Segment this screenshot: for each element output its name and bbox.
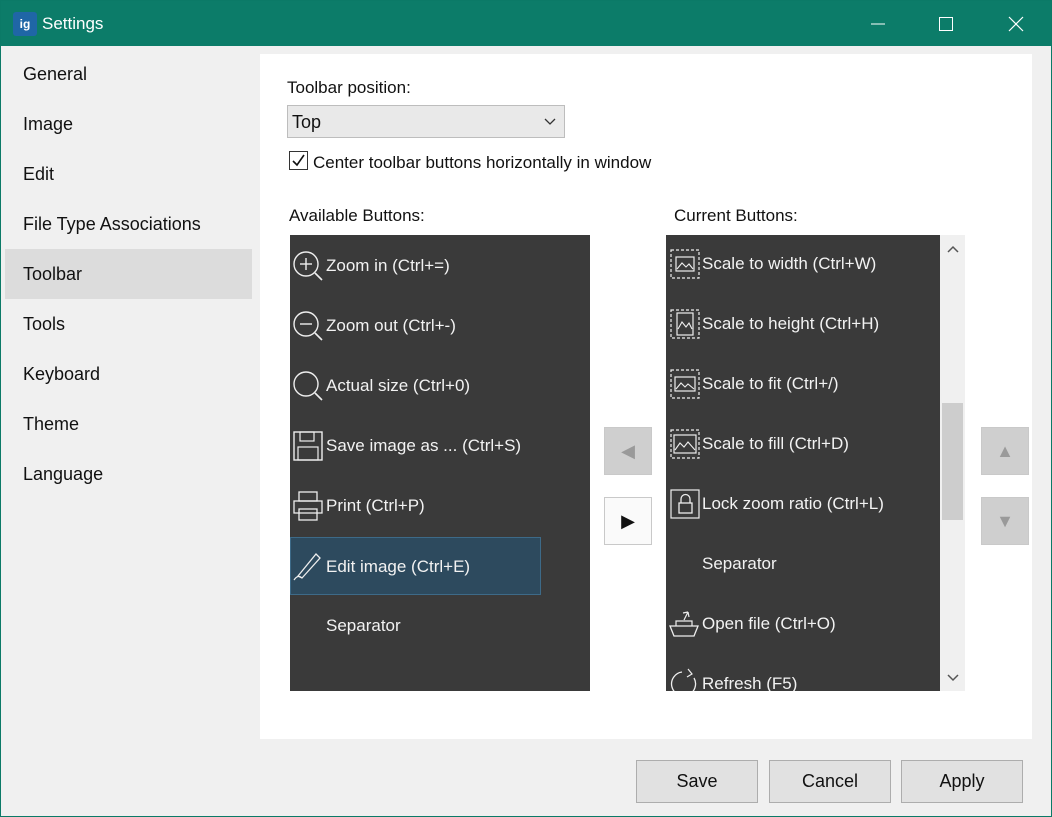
arrow-left-icon: ◀ xyxy=(621,440,635,461)
move-right-button[interactable]: ▶ xyxy=(604,497,652,545)
scale-fill-icon xyxy=(670,429,700,459)
refresh-icon xyxy=(670,668,697,691)
list-item-label: Edit image (Ctrl+E) xyxy=(326,557,471,576)
list-item-label: Separator xyxy=(702,554,777,573)
list-item-label: Zoom in (Ctrl+=) xyxy=(326,256,450,275)
list-item[interactable]: Edit image (Ctrl+E) xyxy=(290,537,541,595)
print-icon xyxy=(293,491,323,521)
maximize-button[interactable] xyxy=(911,1,981,46)
list-item-label: Actual size (Ctrl+0) xyxy=(326,376,471,395)
toolbar-position-select[interactable]: Top xyxy=(287,105,565,138)
list-item-label: Scale to height (Ctrl+H) xyxy=(702,314,880,333)
move-down-button[interactable]: ▼ xyxy=(981,497,1029,545)
zoom-out-icon xyxy=(293,311,323,341)
edit-icon xyxy=(293,553,321,581)
list-item[interactable]: Lock zoom ratio (Ctrl+L) xyxy=(666,475,940,533)
sidebar-item-keyboard[interactable]: Keyboard xyxy=(5,349,252,399)
list-item-label: Print (Ctrl+P) xyxy=(326,496,425,515)
list-item[interactable]: Save image as ... (Ctrl+S) xyxy=(290,417,590,475)
center-buttons-checkbox[interactable] xyxy=(289,151,308,170)
center-buttons-label[interactable]: Center toolbar buttons horizontally in w… xyxy=(313,153,651,173)
lock-icon xyxy=(670,489,700,519)
zoom-in-icon xyxy=(293,251,323,281)
minimize-button[interactable] xyxy=(843,1,913,46)
sidebar-item-general[interactable]: General xyxy=(5,49,252,99)
available-buttons-list[interactable]: Zoom in (Ctrl+=) Zoom out (Ctrl+-) Actua… xyxy=(290,235,590,691)
cancel-button[interactable]: Cancel xyxy=(769,760,891,803)
current-buttons-label: Current Buttons: xyxy=(674,206,798,225)
available-buttons-label: Available Buttons: xyxy=(289,206,425,225)
app-icon: ig xyxy=(13,12,37,36)
move-up-button[interactable]: ▲ xyxy=(981,427,1029,475)
title-bar[interactable]: ig Settings xyxy=(1,1,1051,46)
toolbar-position-value: Top xyxy=(292,112,322,132)
arrow-down-icon: ▼ xyxy=(996,510,1014,531)
apply-button[interactable]: Apply xyxy=(901,760,1023,803)
list-item[interactable]: Zoom in (Ctrl+=) xyxy=(290,237,590,295)
sidebar-item-toolbar[interactable]: Toolbar xyxy=(5,249,252,299)
minimize-icon xyxy=(871,23,885,24)
list-item[interactable]: Open file (Ctrl+O) xyxy=(666,595,940,653)
save-button[interactable]: Save xyxy=(636,760,758,803)
sidebar-item-image[interactable]: Image xyxy=(5,99,252,149)
current-buttons-list[interactable]: Scale to width (Ctrl+W) Scale to height … xyxy=(666,235,940,691)
scale-width-icon xyxy=(670,249,700,279)
sidebar-item-file-type-associations[interactable]: File Type Associations xyxy=(5,199,252,249)
list-item[interactable]: Separator xyxy=(666,535,940,593)
list-item[interactable]: Print (Ctrl+P) xyxy=(290,477,590,535)
scrollbar-thumb[interactable] xyxy=(942,403,963,520)
list-item-label: Refresh (F5) xyxy=(702,674,798,691)
list-item-label: Scale to fill (Ctrl+D) xyxy=(702,434,849,453)
scroll-up-icon xyxy=(947,245,959,253)
arrow-right-icon: ▶ xyxy=(621,510,635,531)
list-item-label: Lock zoom ratio (Ctrl+L) xyxy=(702,494,884,513)
toolbar-position-label: Toolbar position: xyxy=(287,78,411,97)
list-item-label: Save image as ... (Ctrl+S) xyxy=(326,436,522,455)
list-item-label: Scale to width (Ctrl+W) xyxy=(702,254,877,273)
list-item[interactable]: Scale to width (Ctrl+W) xyxy=(666,235,940,293)
settings-window: ig Settings General Image Edit File Type… xyxy=(0,0,1052,817)
list-item[interactable]: Scale to height (Ctrl+H) xyxy=(666,295,940,353)
list-item-label: Scale to fit (Ctrl+/) xyxy=(702,374,839,393)
checkmark-icon xyxy=(292,154,305,167)
sidebar-item-theme[interactable]: Theme xyxy=(5,399,252,449)
list-item-label: Open file (Ctrl+O) xyxy=(702,614,836,633)
current-list-scrollbar[interactable] xyxy=(940,235,965,691)
close-button[interactable] xyxy=(981,1,1051,46)
list-item[interactable]: Scale to fill (Ctrl+D) xyxy=(666,415,940,473)
actual-size-icon xyxy=(293,371,323,401)
scale-fit-icon xyxy=(670,369,700,399)
arrow-up-icon: ▲ xyxy=(996,440,1014,461)
list-item[interactable]: Separator xyxy=(290,597,590,655)
sidebar-item-edit[interactable]: Edit xyxy=(5,149,252,199)
sidebar-item-language[interactable]: Language xyxy=(5,449,252,499)
list-item[interactable]: Zoom out (Ctrl+-) xyxy=(290,297,590,355)
maximize-icon xyxy=(939,16,953,31)
window-title: Settings xyxy=(42,14,104,33)
chevron-down-icon xyxy=(544,118,556,125)
close-icon xyxy=(1008,16,1024,31)
sidebar-item-tools[interactable]: Tools xyxy=(5,299,252,349)
list-item[interactable]: Refresh (F5) xyxy=(666,655,940,691)
list-item-label: Separator xyxy=(326,616,401,635)
open-file-icon xyxy=(669,611,699,637)
save-icon xyxy=(293,431,323,461)
list-item-label: Zoom out (Ctrl+-) xyxy=(326,316,456,335)
scroll-down-icon xyxy=(947,674,959,682)
settings-sidebar: General Image Edit File Type Association… xyxy=(5,49,252,509)
list-item[interactable]: Actual size (Ctrl+0) xyxy=(290,357,590,415)
scale-height-icon xyxy=(670,309,700,339)
move-left-button[interactable]: ◀ xyxy=(604,427,652,475)
list-item[interactable]: Scale to fit (Ctrl+/) xyxy=(666,355,940,413)
